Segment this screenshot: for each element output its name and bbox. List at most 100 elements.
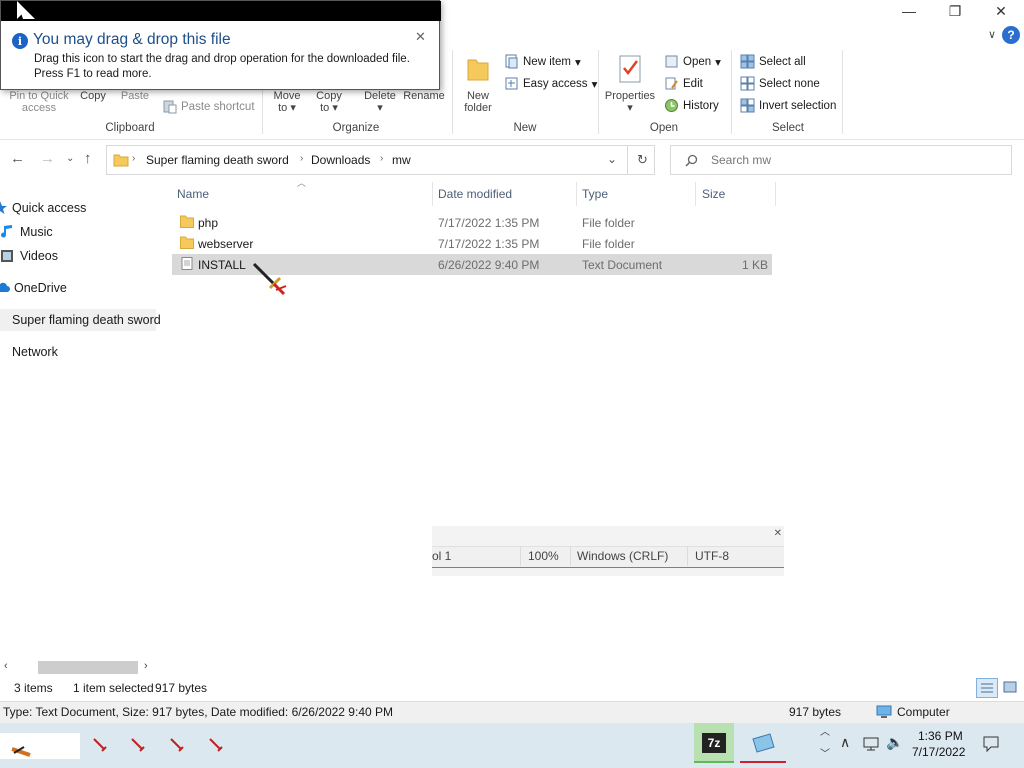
nav-horizontal-scrollbar[interactable]: ‹ ›: [0, 660, 156, 676]
taskbar-notepad[interactable]: [740, 723, 786, 763]
scroll-up-icon[interactable]: ︿: [820, 723, 830, 738]
clock-time[interactable]: 1:36 PM: [918, 729, 963, 743]
cursor-arrow-icon: [17, 1, 35, 19]
pin-to-quick-access-button[interactable]: Pin to Quick access: [6, 90, 72, 114]
info-icon: i: [12, 33, 28, 49]
easy-access-button[interactable]: Easy access ▾: [504, 76, 597, 91]
close-button[interactable]: ✕: [978, 0, 1024, 22]
item-count: 3 items: [14, 681, 53, 695]
text-document-icon: [181, 257, 193, 270]
properties-button[interactable]: Properties ▾: [602, 90, 658, 114]
file-date: 7/17/2022 1:35 PM: [438, 216, 540, 230]
ribbon-collapse-icon[interactable]: ∨: [988, 28, 996, 41]
scroll-down-icon[interactable]: ﹀: [820, 745, 830, 760]
history-icon: [665, 99, 678, 112]
file-date: 6/26/2022 9:40 PM: [438, 258, 540, 272]
forward-button[interactable]: →: [40, 150, 55, 167]
delete-button[interactable]: Delete ▾: [360, 90, 400, 114]
navigation-pane: Quick access Music Videos OneDrive Super…: [0, 190, 161, 660]
edit-button[interactable]: Edit: [664, 76, 703, 91]
copy-to-button[interactable]: Copy to ▾: [312, 90, 346, 114]
action-center-icon[interactable]: [982, 735, 1000, 753]
open-button[interactable]: Open ▾: [664, 54, 721, 69]
sword-icon[interactable]: [130, 737, 146, 753]
column-header-date[interactable]: Date modified: [438, 187, 512, 201]
column-header-size[interactable]: Size: [702, 187, 725, 201]
scroll-thumb[interactable]: [38, 661, 138, 674]
nav-item-quick-access[interactable]: Quick access: [0, 197, 156, 219]
taskbar-7zip[interactable]: 7z: [694, 723, 734, 763]
select-all-button[interactable]: Select all: [740, 54, 806, 69]
details-view-button[interactable]: [976, 678, 998, 698]
notification-close-button[interactable]: ✕: [415, 29, 426, 45]
move-to-button[interactable]: Move to ▾: [270, 90, 304, 114]
file-date: 7/17/2022 1:35 PM: [438, 237, 540, 251]
scroll-left-icon[interactable]: ‹: [4, 660, 8, 672]
separator: [731, 50, 732, 134]
clock-date[interactable]: 7/17/2022: [912, 745, 965, 759]
new-folder-button[interactable]: New folder: [458, 90, 498, 114]
breadcrumb-item[interactable]: Downloads: [311, 153, 370, 167]
nav-item-network[interactable]: Network: [0, 341, 156, 363]
notification-header: [1, 1, 441, 21]
nav-item-music[interactable]: Music: [0, 221, 156, 243]
minimize-button[interactable]: —: [886, 0, 932, 22]
back-button[interactable]: ←: [10, 150, 25, 167]
address-dropdown-icon[interactable]: ⌄: [607, 152, 617, 166]
cloud-icon: [0, 282, 10, 292]
recent-locations-button[interactable]: ⌄: [66, 153, 74, 164]
breadcrumb-item[interactable]: Super flaming death sword: [146, 153, 289, 167]
select-group-label: Select: [772, 122, 804, 134]
file-name: webserver: [198, 237, 254, 251]
sort-indicator-icon: ︿: [297, 178, 307, 188]
paste-button[interactable]: Paste: [120, 90, 150, 102]
separator: [598, 50, 599, 134]
file-size: 1 KB: [741, 258, 768, 272]
easy-access-icon: [505, 77, 518, 90]
sword-app-icon: [11, 746, 31, 757]
address-bar[interactable]: › Super flaming death sword › Downloads …: [106, 145, 655, 175]
paste-shortcut-button[interactable]: Paste shortcut: [162, 99, 255, 114]
column-header-type[interactable]: Type: [582, 187, 608, 201]
nav-item-onedrive[interactable]: OneDrive: [0, 277, 156, 299]
rename-button[interactable]: Rename: [402, 90, 446, 102]
breadcrumb-item[interactable]: mw: [392, 153, 411, 167]
sword-icon[interactable]: [169, 737, 185, 753]
network-icon[interactable]: [862, 736, 880, 752]
sword-icon[interactable]: [208, 737, 224, 753]
paste-shortcut-icon: [163, 100, 177, 114]
select-all-icon: [740, 54, 755, 69]
up-button[interactable]: ↑: [84, 150, 92, 167]
nav-item-videos[interactable]: Videos: [0, 245, 156, 267]
selection-size: 917 bytes: [155, 681, 208, 695]
close-icon: ✕: [773, 528, 782, 539]
new-folder-icon: [466, 56, 490, 82]
edit-icon: [665, 77, 678, 90]
taskbar-thumbnail[interactable]: [0, 733, 80, 759]
copy-button[interactable]: Copy: [78, 90, 108, 102]
file-type: File folder: [582, 216, 635, 230]
history-button[interactable]: History: [664, 98, 719, 113]
nav-item-super-flaming-death-sword[interactable]: Super flaming death sword: [0, 309, 161, 331]
large-icons-view-button[interactable]: [1000, 678, 1022, 698]
sword-icon[interactable]: [92, 737, 108, 753]
select-none-button[interactable]: Select none: [740, 76, 820, 91]
details-view-icon: [981, 683, 993, 693]
file-row[interactable]: php 7/17/2022 1:35 PM File folder: [172, 212, 772, 233]
status-bar: 3 items 1 item selected 917 bytes: [0, 678, 1024, 698]
column-header-name[interactable]: Name: [177, 187, 209, 201]
notepad-status-remnant: ✕ ol 1 100% Windows (CRLF) UTF-8: [432, 526, 784, 576]
show-hidden-icons-icon[interactable]: ∧: [840, 734, 850, 751]
maximize-button[interactable]: ❐: [932, 0, 978, 22]
file-type: Text Document: [582, 258, 663, 272]
volume-icon[interactable]: 🔈: [886, 734, 903, 751]
refresh-icon[interactable]: ↻: [637, 152, 648, 168]
invert-selection-button[interactable]: Invert selection: [740, 98, 836, 113]
scroll-right-icon[interactable]: ›: [144, 660, 148, 672]
new-item-button[interactable]: New item ▾: [504, 54, 581, 69]
help-icon[interactable]: ?: [1002, 26, 1020, 44]
organize-group-label: Organize: [332, 122, 380, 134]
file-row[interactable]: webserver 7/17/2022 1:35 PM File folder: [172, 233, 772, 254]
file-name: INSTALL: [198, 258, 246, 272]
search-box[interactable]: Search mw: [670, 145, 1012, 175]
